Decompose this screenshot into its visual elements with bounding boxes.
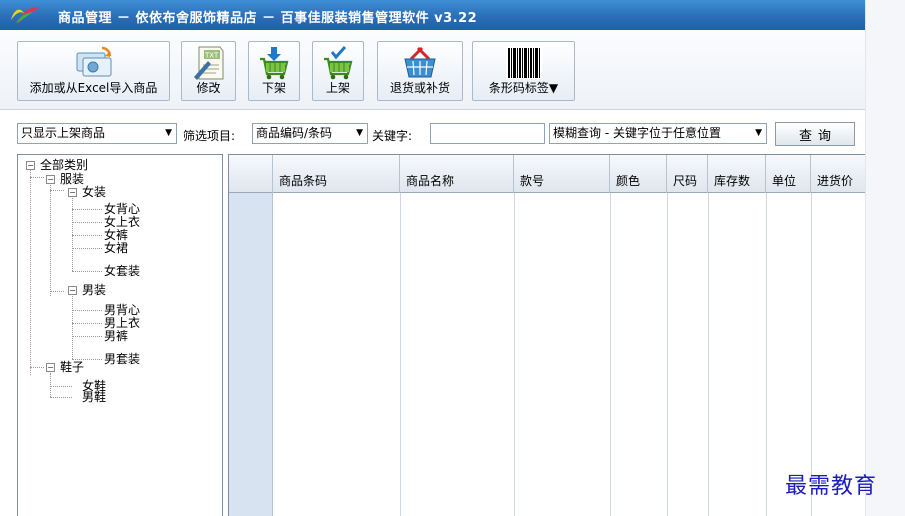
status-select-value: 只显示上架商品 (21, 126, 106, 140)
collapse-toggle-icon[interactable]: − (68, 188, 77, 197)
category-tree: − 全部类别 − 服装 − 女装 女背心 女上衣 女裤 女裙 女套装 − 男装 … (17, 154, 223, 516)
tree-leaf[interactable]: 男裤 (104, 330, 128, 343)
import-goods-button[interactable]: 添加或从Excel导入商品 (17, 41, 170, 101)
barcode-icon (505, 47, 542, 79)
goods-management-window: 商品管理 － 依依布舍服饰精品店 － 百事佳服装销售管理软件 v3.22 添加或… (0, 0, 865, 516)
match-mode-value: 模糊查询 - 关键字位于任意位置 (553, 126, 721, 140)
title-bar: 商品管理 － 依依布舍服饰精品店 － 百事佳服装销售管理软件 v3.22 (0, 0, 865, 30)
query-button[interactable]: 查询 (775, 122, 855, 146)
filter-label: 筛选项目: (183, 129, 236, 143)
edit-label: 修改 (196, 81, 221, 95)
filter-bar: 只显示上架商品 ▼ 筛选项目: 商品编码/条码 ▼ 关键字: 模糊查询 - 关键… (0, 110, 865, 154)
match-mode-select[interactable]: 模糊查询 - 关键字位于任意位置 ▼ (549, 123, 767, 144)
cart-check-icon (324, 45, 353, 80)
tree-leaf[interactable]: 男鞋 (82, 391, 106, 404)
delist-button[interactable]: 下架 (248, 41, 300, 101)
collapse-toggle-icon[interactable]: − (46, 175, 55, 184)
table-header: 商品条码 商品名称 款号 颜色 尺码 库存数 单位 进货价 (229, 155, 865, 193)
row-indicator-column (229, 193, 273, 516)
collapse-toggle-icon[interactable]: − (46, 363, 55, 372)
return-restock-label: 退货或补货 (389, 81, 450, 95)
goods-table: 商品条码 商品名称 款号 颜色 尺码 库存数 单位 进货价 (228, 154, 865, 516)
column-header[interactable]: 进货价 (811, 155, 865, 193)
column-header[interactable]: 商品条码 (273, 155, 400, 193)
tree-leaf[interactable]: 女裙 (104, 242, 128, 255)
chevron-down-icon: ▼ (356, 128, 363, 138)
import-goods-label: 添加或从Excel导入商品 (29, 81, 158, 95)
column-header[interactable]: 商品名称 (400, 155, 514, 193)
column-header[interactable]: 尺码 (667, 155, 708, 193)
cart-down-arrow-icon (260, 47, 289, 80)
tree-leaf[interactable]: 男套装 (104, 353, 140, 366)
watermark-text: 最需教育 (785, 474, 878, 499)
field-select-value: 商品编码/条码 (256, 126, 333, 140)
collapse-toggle-icon[interactable]: − (26, 161, 35, 170)
window-title: 商品管理 － 依依布舍服饰精品店 － 百事佳服装销售管理软件 v3.22 (58, 11, 478, 26)
chevron-down-icon: ▼ (165, 128, 172, 138)
edit-txt-icon: TXT (193, 46, 223, 80)
list-label: 上架 (325, 81, 350, 95)
column-header[interactable]: 颜色 (610, 155, 667, 193)
chevron-down-icon: ▼ (755, 128, 762, 138)
page-background-margin (865, 0, 905, 516)
column-header[interactable]: 款号 (514, 155, 610, 193)
row-header-corner (229, 155, 273, 193)
butterfly-logo-icon (11, 7, 39, 24)
tree-node-womenswear[interactable]: 女装 (82, 186, 106, 199)
list-button[interactable]: 上架 (312, 41, 364, 101)
tree-node-root[interactable]: 全部类别 (40, 159, 88, 172)
barcode-label-text: 条形码标签▼ (488, 81, 559, 95)
basket-icon (404, 46, 436, 78)
return-restock-button[interactable]: 退货或补货 (377, 41, 463, 101)
collapse-toggle-icon[interactable]: − (68, 286, 77, 295)
barcode-label-button[interactable]: 条形码标签▼ (472, 41, 575, 101)
status-select[interactable]: 只显示上架商品 ▼ (17, 123, 177, 144)
column-header[interactable]: 单位 (766, 155, 811, 193)
import-goods-icon (76, 46, 111, 77)
edit-button[interactable]: TXT 修改 (181, 41, 236, 101)
column-header[interactable]: 库存数 (708, 155, 766, 193)
keyword-input[interactable] (430, 123, 545, 144)
delist-label: 下架 (261, 81, 286, 95)
tree-leaf[interactable]: 女套装 (104, 265, 140, 278)
svg-text:TXT: TXT (204, 52, 219, 60)
tree-node-menswear[interactable]: 男装 (82, 284, 106, 297)
tree-node-shoes[interactable]: 鞋子 (60, 361, 84, 374)
toolbar: 添加或从Excel导入商品 TXT 修改 下架 上架 退货或补货 条形码标签▼ (0, 30, 865, 110)
tree-node-clothing[interactable]: 服装 (60, 173, 84, 186)
field-select[interactable]: 商品编码/条码 ▼ (252, 123, 368, 144)
keyword-label: 关键字: (372, 129, 413, 143)
